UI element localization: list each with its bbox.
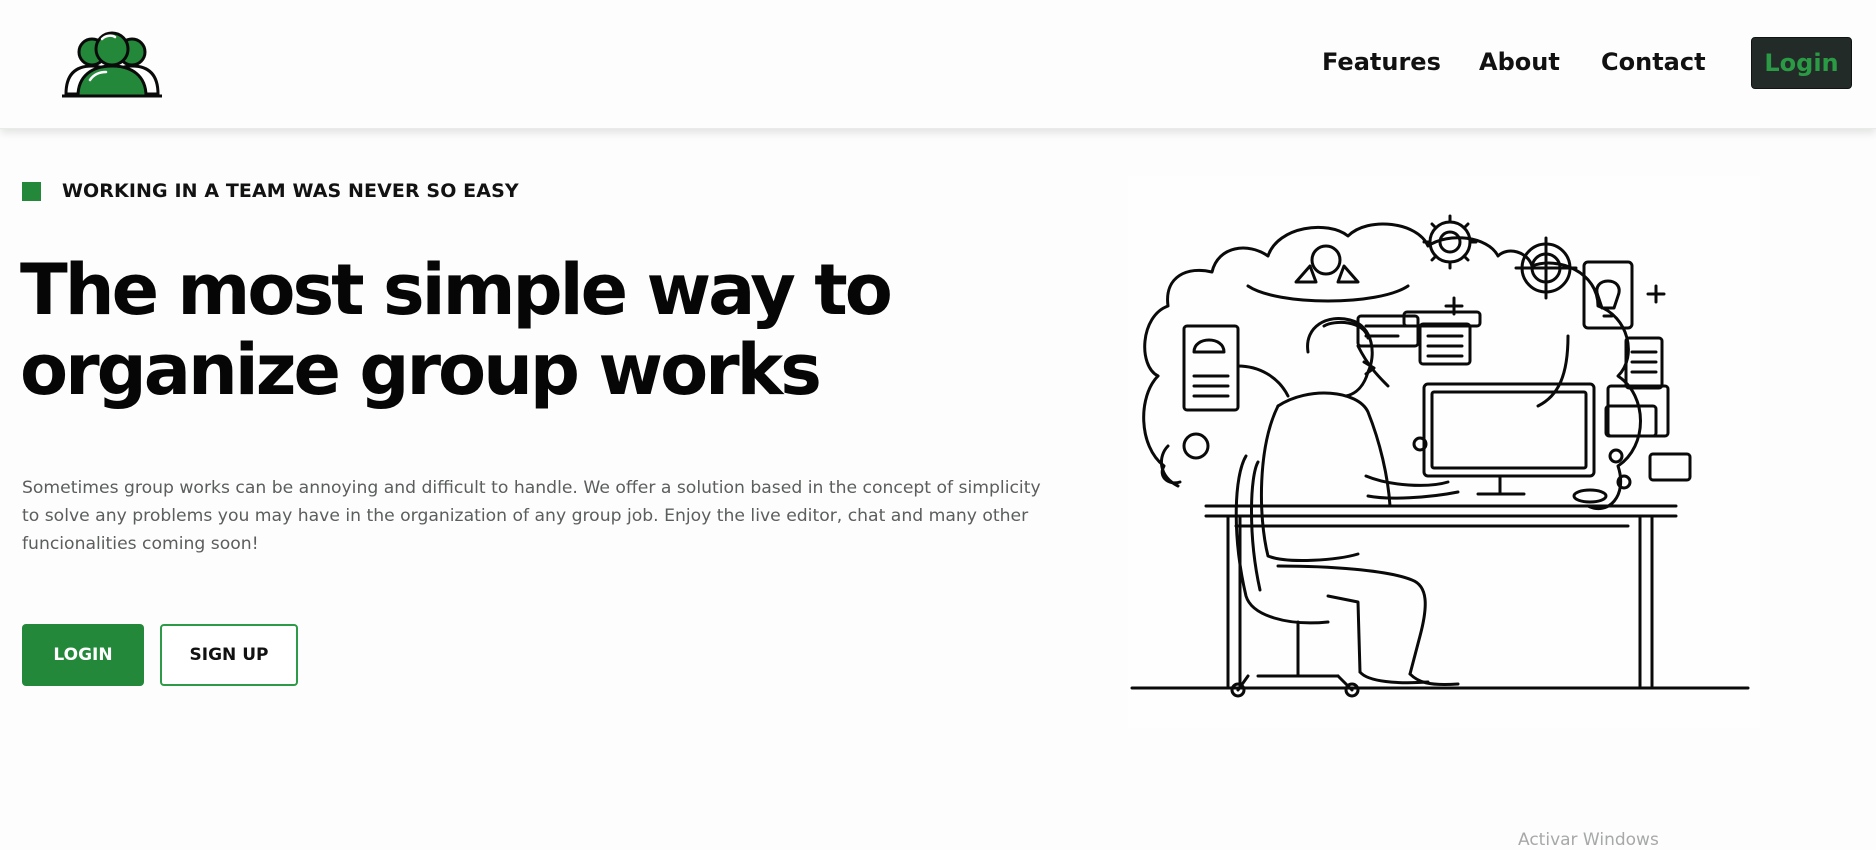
- windows-activation-watermark: Activar Windows: [1518, 830, 1659, 850]
- eyebrow-square-icon: [22, 182, 41, 201]
- site-header: Features About Contact Login: [0, 0, 1876, 129]
- hero-signup-button[interactable]: SIGN UP: [160, 624, 298, 686]
- nav-about-link[interactable]: About: [1479, 48, 1560, 76]
- hero-description: Sometimes group works can be annoying an…: [22, 478, 1041, 554]
- person-working-at-computer-illustration-icon: [1130, 214, 1750, 698]
- header-login-button[interactable]: Login: [1751, 37, 1852, 89]
- hero-eyebrow: WORKING IN A TEAM WAS NEVER SO EASY: [62, 180, 519, 202]
- nav-features-link[interactable]: Features: [1322, 48, 1441, 76]
- hero-illustration: [1128, 176, 1760, 728]
- hero-title-line1: The most simple way to: [20, 249, 893, 331]
- hero-title-line2: organize group works: [20, 329, 822, 411]
- hero-title: The most simple way to organize group wo…: [20, 250, 920, 410]
- nav-contact-link[interactable]: Contact: [1601, 48, 1706, 76]
- team-logo-icon[interactable]: [60, 30, 164, 98]
- hero-login-button[interactable]: LOGIN: [22, 624, 144, 686]
